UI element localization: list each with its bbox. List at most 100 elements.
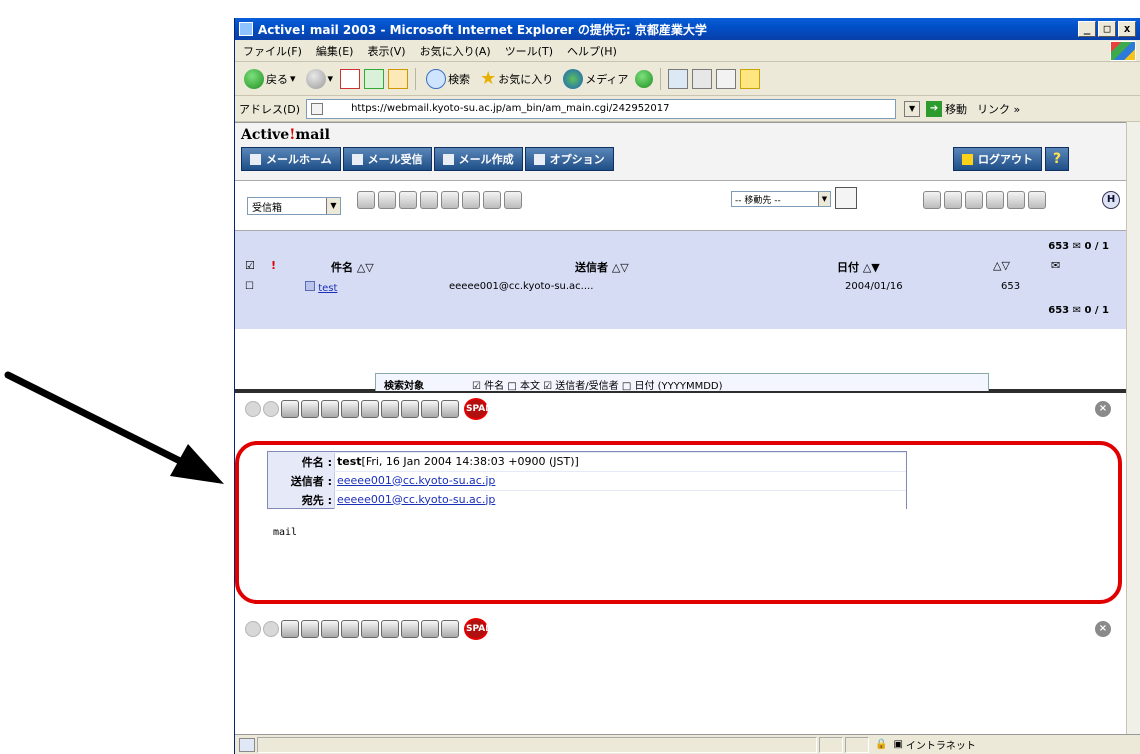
- filter-icon[interactable]: [462, 191, 480, 209]
- forward-attach-icon[interactable]: [341, 620, 359, 638]
- print-icon[interactable]: [361, 400, 379, 418]
- reply-icon[interactable]: [357, 191, 375, 209]
- spam-mark-icon[interactable]: [483, 191, 501, 209]
- size-header[interactable]: △▽: [993, 259, 1010, 272]
- from-link[interactable]: eeeee001@cc.kyoto-su.ac.jp: [337, 474, 495, 487]
- favorites-button[interactable]: ★ お気に入り: [477, 66, 556, 91]
- forward-icon[interactable]: [321, 620, 339, 638]
- address-dropdown[interactable]: ▼: [904, 100, 921, 117]
- reply-all-icon[interactable]: [301, 620, 319, 638]
- folder-icon[interactable]: [740, 68, 761, 89]
- folder-select[interactable]: 受信箱 ▼: [247, 197, 341, 215]
- subject-row: 件名 : test[Fri, 16 Jan 2004 14:38:03 +090…: [268, 452, 906, 471]
- spam-button[interactable]: SPAM: [464, 618, 494, 640]
- forward-icon[interactable]: [399, 191, 417, 209]
- back-button[interactable]: 戻る ▾: [241, 67, 299, 91]
- save-text-icon[interactable]: [421, 620, 439, 638]
- search-panel: 検索対象 ☑ 件名 □ 本文 ☑ 送信者/受信者 □ 日付 (YYYYMMDD): [375, 373, 989, 391]
- mark-unread-icon[interactable]: [944, 191, 962, 209]
- flag-red-icon[interactable]: [986, 191, 1004, 209]
- menu-view[interactable]: 表示(V): [367, 43, 405, 59]
- close-preview-icon[interactable]: ×: [1095, 621, 1111, 637]
- reply-all-icon[interactable]: [378, 191, 396, 209]
- save-icon[interactable]: [420, 191, 438, 209]
- media-icon: [563, 68, 584, 89]
- trash-icon[interactable]: [504, 191, 522, 209]
- media-button[interactable]: メディア: [560, 67, 631, 91]
- subject-text: test: [337, 454, 362, 468]
- next-mail-icon[interactable]: [263, 621, 279, 637]
- menu-help[interactable]: ヘルプ(H): [567, 43, 617, 59]
- search-target-options[interactable]: ☑ 件名 □ 本文 ☑ 送信者/受信者 □ 日付 (YYYYMMDD): [472, 377, 723, 391]
- refresh-icon[interactable]: [364, 68, 385, 89]
- reply-icon[interactable]: [281, 620, 299, 638]
- table-row-size: 653: [1001, 281, 1021, 292]
- history-h-icon[interactable]: H: [1102, 191, 1120, 209]
- nav-compose[interactable]: メール作成: [433, 147, 523, 171]
- windows-logo-icon: [1110, 41, 1136, 61]
- reply-all-icon[interactable]: [301, 400, 319, 418]
- date-header[interactable]: 日付 △▼: [837, 259, 880, 275]
- menu-favorites[interactable]: お気に入り(A): [420, 43, 491, 59]
- maximize-button[interactable]: □: [1098, 21, 1116, 37]
- mail-subject-link[interactable]: test: [318, 283, 337, 294]
- reply-icon[interactable]: [281, 400, 299, 418]
- view-source-icon[interactable]: [381, 400, 399, 418]
- prev-mail-icon[interactable]: [245, 401, 261, 417]
- next-mail-icon[interactable]: [263, 401, 279, 417]
- nav-label: メールホーム: [266, 153, 332, 166]
- nav-receive[interactable]: メール受信: [342, 147, 432, 171]
- edit-icon[interactable]: [716, 68, 737, 89]
- forward-icon[interactable]: [321, 400, 339, 418]
- view-html-icon[interactable]: [441, 620, 459, 638]
- mail-icon[interactable]: [668, 68, 689, 89]
- select-all-icon[interactable]: [1028, 191, 1046, 209]
- save-source-icon[interactable]: [401, 620, 419, 638]
- nav-options[interactable]: オプション: [524, 147, 614, 171]
- to-link[interactable]: eeeee001@cc.kyoto-su.ac.jp: [337, 493, 495, 506]
- move-mail-icon[interactable]: [835, 187, 857, 209]
- home-icon[interactable]: [388, 68, 409, 89]
- mark-read-icon[interactable]: [923, 191, 941, 209]
- print-icon[interactable]: [441, 191, 459, 209]
- unread-mail-icon: [305, 281, 315, 291]
- menu-file[interactable]: ファイル(F): [243, 43, 302, 59]
- address-field[interactable]: https://webmail.kyoto-su.ac.jp/am_bin/am…: [306, 98, 897, 119]
- forward-button[interactable]: ▾: [303, 67, 337, 91]
- move-destination-select[interactable]: -- 移動先 -- ▼: [731, 191, 831, 207]
- links-button[interactable]: リンク »: [977, 101, 1020, 117]
- save-text-icon[interactable]: [421, 400, 439, 418]
- view-source-icon[interactable]: [381, 620, 399, 638]
- spam-button[interactable]: SPAM: [464, 398, 494, 420]
- print-icon[interactable]: [361, 620, 379, 638]
- close-button[interactable]: x: [1118, 21, 1136, 37]
- save-source-icon[interactable]: [401, 400, 419, 418]
- help-button[interactable]: ?: [1045, 147, 1069, 171]
- sender-header[interactable]: 送信者 △▽: [575, 259, 629, 275]
- logout-button[interactable]: ログアウト: [953, 147, 1042, 171]
- menu-tools[interactable]: ツール(T): [505, 43, 553, 59]
- vertical-scrollbar[interactable]: [1126, 122, 1140, 734]
- nav-mail-home[interactable]: メールホーム: [241, 147, 341, 171]
- search-icon: [426, 68, 447, 89]
- unflag-icon[interactable]: [1007, 191, 1025, 209]
- go-button[interactable]: ➔ 移動: [926, 100, 968, 117]
- menu-edit[interactable]: 編集(E): [316, 43, 354, 59]
- close-preview-icon[interactable]: ×: [1095, 401, 1111, 417]
- subject-header[interactable]: 件名 △▽: [331, 259, 374, 275]
- history-icon[interactable]: [635, 69, 654, 88]
- table-row-subject[interactable]: test: [305, 281, 337, 294]
- print-icon[interactable]: [692, 68, 713, 89]
- stop-icon[interactable]: [340, 68, 361, 89]
- search-button[interactable]: 検索: [423, 67, 473, 91]
- go-label: 移動: [945, 102, 968, 116]
- view-html-icon[interactable]: [441, 400, 459, 418]
- minimize-button[interactable]: _: [1078, 21, 1096, 37]
- row-checkbox[interactable]: ☐: [245, 281, 254, 292]
- prev-mail-icon[interactable]: [245, 621, 261, 637]
- nav-label: オプション: [549, 153, 605, 166]
- forward-attach-icon[interactable]: [341, 400, 359, 418]
- flag-icon[interactable]: [965, 191, 983, 209]
- ie-icon: [239, 22, 253, 36]
- select-all-checkbox[interactable]: ☑: [245, 259, 255, 272]
